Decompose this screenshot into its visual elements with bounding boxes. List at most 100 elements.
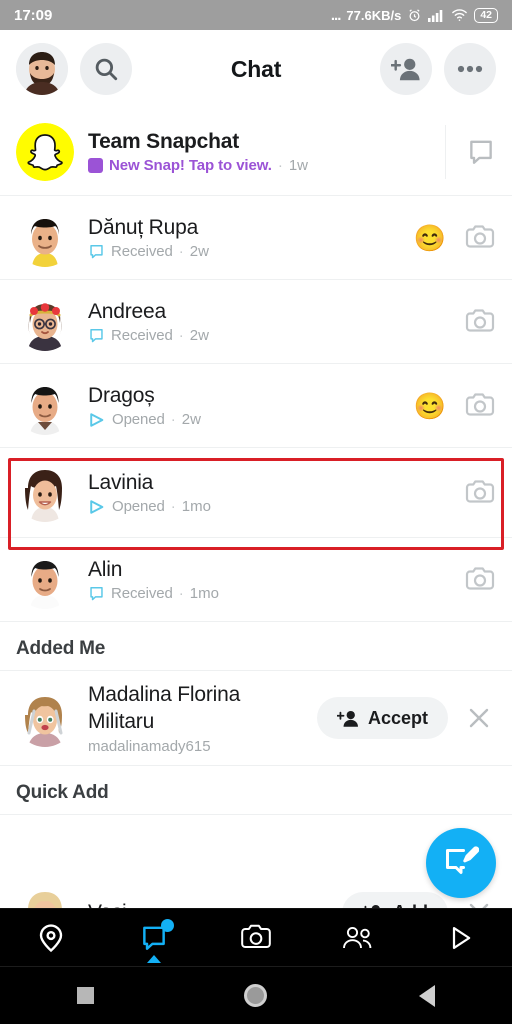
home-button[interactable]	[211, 967, 301, 1024]
table-row[interactable]: Lavinia Opened · 1mo	[0, 448, 512, 538]
new-chat-fab[interactable]	[426, 828, 496, 898]
chat-status-text: Received	[111, 327, 173, 344]
bitmoji-icon	[31, 218, 59, 267]
opened-snap-icon	[90, 412, 104, 427]
accept-button[interactable]: Accept	[316, 697, 448, 739]
new-snap-icon	[88, 158, 103, 173]
list-item[interactable]: Madalina Florina Militaru madalinamady61…	[0, 671, 512, 766]
home-circle-icon	[244, 984, 268, 1007]
nav-item-chat[interactable]	[124, 909, 184, 967]
avatar	[16, 293, 74, 351]
row-content: Alin Received · 1mo	[88, 557, 450, 602]
separator-dot: ·	[170, 411, 176, 428]
snapchat-ghost-icon	[16, 122, 74, 181]
chat-status-text: Received	[111, 243, 173, 260]
chat-name: Dănuț Rupa	[88, 216, 199, 239]
table-row[interactable]: Team Snapchat New Snap! Tap to view. · 1…	[0, 108, 512, 196]
search-button[interactable]	[80, 43, 132, 95]
camera-icon[interactable]	[464, 566, 496, 594]
close-icon	[469, 708, 489, 728]
section-header-quick-add: Quick Add	[0, 766, 512, 815]
list-item-content: Madalina Florina Militaru madalinamady61…	[88, 681, 303, 755]
friendship-emoji[interactable]: 😊	[414, 225, 446, 251]
friendship-emoji[interactable]: 😊	[414, 393, 446, 419]
map-pin-icon	[39, 923, 63, 952]
header-actions	[380, 43, 496, 95]
table-row[interactable]: Andreea Received · 2w	[0, 280, 512, 364]
recents-button[interactable]	[40, 967, 130, 1024]
camera-icon[interactable]	[464, 392, 496, 420]
status-bar: 17:09 ... 77.6KB/s 42	[0, 0, 512, 30]
system-navigation-bar	[0, 966, 512, 1024]
signal-bars-icon	[428, 10, 443, 22]
chat-name: Alin	[88, 558, 123, 581]
bitmoji-icon	[25, 697, 63, 747]
status-bar-time: 17:09	[14, 6, 53, 24]
chat-name: Dragoș	[88, 384, 155, 407]
camera-icon[interactable]	[464, 224, 496, 252]
nav-item-map[interactable]	[21, 909, 81, 967]
camera-icon	[241, 924, 271, 948]
separator-dot: ·	[178, 243, 184, 260]
nav-item-spotlight[interactable]	[431, 909, 491, 967]
nav-item-camera[interactable]	[226, 909, 286, 967]
separator-dot: ·	[178, 327, 184, 344]
more-options-icon	[457, 65, 483, 73]
camera-icon[interactable]	[464, 479, 496, 507]
received-chat-icon	[90, 587, 103, 601]
row-actions	[445, 124, 496, 179]
bitmoji-icon	[30, 386, 60, 435]
profile-bitmoji-icon	[16, 43, 68, 95]
avatar[interactable]	[16, 43, 68, 95]
avatar	[16, 689, 74, 747]
search-icon	[95, 58, 118, 81]
new-chat-icon	[446, 846, 479, 874]
chat-time: 2w	[189, 243, 209, 260]
table-row[interactable]: Alin Received · 1mo	[0, 538, 512, 622]
bitmoji-icon	[28, 302, 62, 351]
chat-name: Andreea	[88, 300, 166, 323]
play-icon	[452, 926, 471, 949]
app-header: Chat	[0, 30, 512, 108]
back-triangle-icon	[418, 984, 435, 1007]
row-actions	[464, 479, 496, 507]
chat-status: New Snap! Tap to view. · 1w	[88, 157, 431, 174]
network-dots: ...	[330, 6, 341, 24]
back-button[interactable]	[382, 967, 472, 1024]
separator-dot: ·	[170, 498, 176, 515]
section-header-added-me: Added Me	[0, 622, 512, 671]
chat-status: Received · 2w	[88, 327, 450, 344]
chat-time: 1mo	[189, 585, 219, 602]
avatar	[16, 122, 74, 181]
chat-status-text: Opened	[112, 498, 165, 515]
table-row[interactable]: Dănuț Rupa Received · 2w 😊	[0, 196, 512, 280]
chat-status-text: Opened	[112, 411, 165, 428]
chat-time: 2w	[189, 327, 209, 344]
nav-item-friends[interactable]	[328, 909, 388, 967]
battery-icon: 42	[474, 7, 498, 23]
table-row[interactable]: Dragoș Opened · 2w 😊	[0, 364, 512, 448]
avatar	[16, 209, 74, 267]
camera-icon[interactable]	[464, 308, 496, 336]
friend-display-name: Madalina Florina Militaru	[88, 683, 241, 733]
row-actions: 😊	[414, 392, 496, 420]
row-actions	[464, 566, 496, 594]
dismiss-request-button[interactable]	[462, 707, 496, 729]
avatar	[16, 551, 74, 609]
status-bar-indicators: ... 77.6KB/s 42	[331, 7, 498, 24]
chat-bubble-icon[interactable]	[466, 137, 496, 167]
chat-name: Lavinia	[88, 471, 154, 494]
friend-username: madalinamady615	[88, 738, 211, 755]
chat-status-text: New Snap! Tap to view.	[109, 157, 272, 174]
recents-square-icon	[76, 987, 94, 1004]
divider	[445, 124, 446, 179]
more-options-button[interactable]	[444, 43, 496, 95]
add-friend-button[interactable]	[380, 43, 432, 95]
row-content: Dragoș Opened · 2w	[88, 383, 400, 428]
avatar	[16, 377, 74, 435]
separator-dot: ·	[277, 157, 283, 174]
alarm-clock-icon	[409, 8, 420, 21]
row-actions	[464, 308, 496, 336]
chat-status: Opened · 1mo	[88, 498, 450, 515]
row-content: Dănuț Rupa Received · 2w	[88, 215, 400, 260]
